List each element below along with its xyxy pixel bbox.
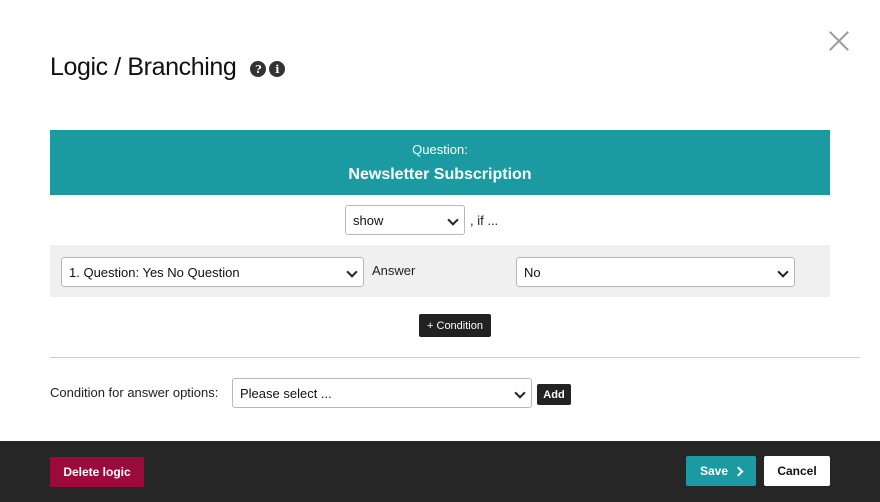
chevron-down-icon: [777, 266, 789, 278]
chevron-down-icon: [514, 387, 526, 399]
question-banner: Question: Newsletter Subscription: [50, 130, 830, 195]
visibility-select[interactable]: show: [345, 205, 465, 235]
question-icon[interactable]: ?: [250, 61, 267, 77]
dialog-footer: Delete logic Save Cancel: [0, 441, 880, 502]
visibility-select-value: show: [353, 212, 384, 228]
answer-options-placeholder: Please select ...: [240, 385, 332, 401]
answer-label: Answer: [372, 263, 416, 278]
save-button-label: Save: [699, 464, 729, 478]
chevron-right-icon: [733, 466, 744, 476]
condition-answer-value: No: [524, 264, 541, 280]
condition-question-select[interactable]: 1. Question: Yes No Question: [61, 257, 364, 287]
chevron-down-icon: [346, 266, 358, 278]
add-condition-button[interactable]: + Condition: [419, 314, 491, 337]
close-button[interactable]: [828, 30, 850, 52]
chevron-down-icon: [447, 214, 459, 226]
divider: [50, 357, 860, 358]
dialog-title: Logic / Branching: [50, 52, 237, 81]
cancel-button[interactable]: Cancel: [764, 456, 830, 486]
answer-options-select[interactable]: Please select ...: [232, 378, 532, 408]
delete-logic-button[interactable]: Delete logic: [50, 457, 144, 487]
visibility-suffix: , if ...: [470, 213, 499, 228]
add-button[interactable]: Add: [537, 384, 571, 405]
condition-row: 1. Question: Yes No Question Answer No: [50, 245, 830, 297]
save-button[interactable]: Save: [686, 456, 756, 486]
question-label: Question:: [412, 142, 468, 157]
answer-options-label: Condition for answer options:: [50, 385, 219, 400]
info-icon[interactable]: i: [269, 61, 286, 77]
question-title: Newsletter Subscription: [348, 166, 532, 183]
condition-question-value: 1. Question: Yes No Question: [69, 264, 240, 280]
condition-answer-select[interactable]: No: [516, 257, 795, 287]
title-icons: ? i: [250, 61, 286, 77]
dialog-header: Logic / Branching ? i: [50, 50, 286, 84]
